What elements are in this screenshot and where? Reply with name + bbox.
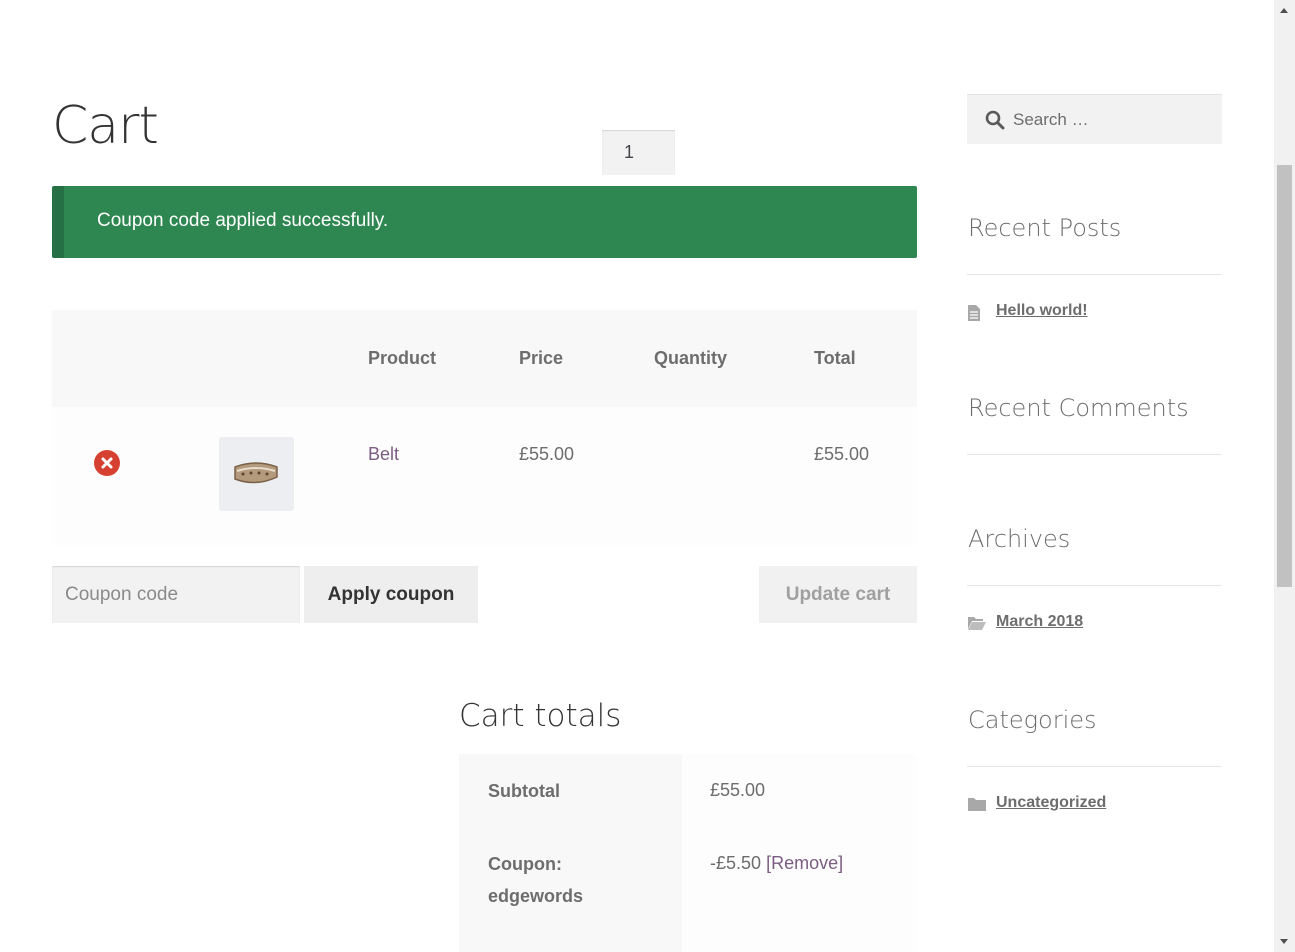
recent-comments-title: Recent Comments [968,394,1189,422]
subtotal-value: £55.00 [710,780,766,800]
cart-totals-table: Subtotal £55.00 Coupon: edgewords -£5.50… [459,754,917,952]
header-total: Total [814,348,856,368]
quantity-input[interactable] [602,130,675,175]
page-title: Cart [52,96,159,156]
divider [967,274,1222,275]
remove-coupon-link[interactable]: [Remove] [766,853,843,873]
cart-table-header: Product Price Quantity Total [52,310,917,407]
folder-open-icon [968,617,986,630]
coupon-row: Coupon: edgewords -£5.50 [Remove] [459,827,917,952]
divider [967,766,1222,767]
scroll-up-arrow-icon[interactable] [1280,8,1288,13]
item-price: £55.00 [519,444,575,464]
archive-link[interactable]: March 2018 [996,613,1083,631]
notice-message: Coupon code applied successfully. [97,210,389,231]
category-link[interactable]: Uncategorized [996,794,1106,812]
search-input[interactable] [1011,95,1215,145]
divider [967,454,1222,455]
header-product: Product [368,348,437,368]
update-cart-button[interactable]: Update cart [759,566,917,623]
archives-title: Archives [968,525,1071,553]
remove-item-icon[interactable] [94,450,120,476]
scrollbar-thumb[interactable] [1277,165,1292,587]
coupon-value: -£5.50 [Remove] [710,853,844,873]
item-total: £55.00 [814,444,870,464]
document-icon [968,305,980,321]
apply-coupon-button[interactable]: Apply coupon [304,566,478,623]
divider [967,585,1222,586]
header-quantity: Quantity [654,348,728,368]
product-thumbnail[interactable] [219,437,294,511]
coupon-label: Coupon: [488,854,562,874]
success-notice: Coupon code applied successfully. [52,186,917,258]
scrollbar[interactable] [1274,0,1295,952]
folder-icon [968,798,986,811]
header-price: Price [519,348,564,368]
coupon-code-name: edgewords [488,886,584,906]
table-row: Belt £55.00 £55.00 [52,407,917,545]
subtotal-label: Subtotal [488,781,560,801]
belt-image-icon [234,462,278,484]
recent-post-link[interactable]: Hello world! [996,302,1088,320]
scroll-down-arrow-icon[interactable] [1280,939,1288,944]
product-link[interactable]: Belt [368,444,399,465]
recent-posts-title: Recent Posts [968,214,1122,242]
cart-table: Product Price Quantity Total Belt £55.00… [52,310,917,545]
search-icon[interactable] [985,110,1005,130]
cart-totals-title: Cart totals [459,698,622,734]
subtotal-row: Subtotal £55.00 [459,754,917,827]
search-box [967,94,1222,145]
coupon-code-input[interactable] [52,566,300,623]
categories-title: Categories [968,706,1097,734]
